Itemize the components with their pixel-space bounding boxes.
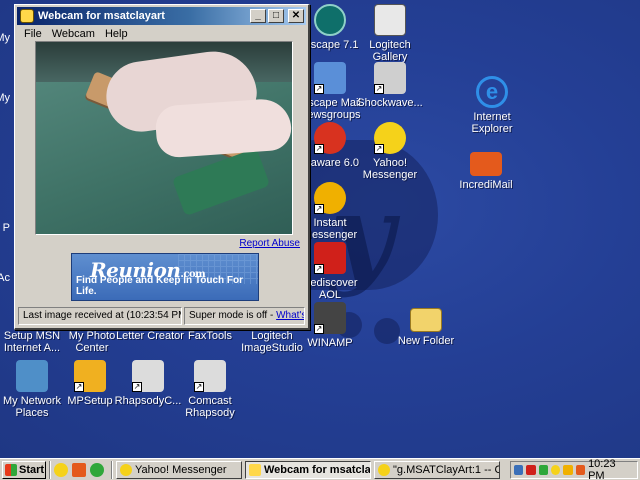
tray-yahoo-icon[interactable]: [551, 465, 561, 475]
aim-running-man-icon: ↗: [314, 182, 346, 214]
whats-this-link[interactable]: What's this?: [276, 310, 304, 321]
edge-label: P: [2, 222, 10, 234]
webcam-app-icon[interactable]: [20, 9, 34, 23]
desktop-icon-yahoo-messenger[interactable]: ↗ Yahoo! Messenger: [352, 122, 428, 181]
desktop-icon-internet-explorer[interactable]: e Internet Explorer: [454, 76, 530, 135]
task-webcam[interactable]: Webcam for msatcla...: [245, 460, 371, 479]
task-label: Yahoo! Messenger: [135, 463, 227, 476]
edge-label: My: [0, 32, 10, 44]
network-computers-icon: [16, 360, 48, 392]
report-abuse-link[interactable]: Report Abuse: [239, 238, 300, 249]
comcast-rhapsody-icon: ↗: [194, 360, 226, 392]
tray-volume-icon[interactable]: [514, 465, 524, 475]
banner-tagline: Find People and Keep In Touch For Life.: [76, 275, 244, 297]
start-label: Start: [19, 463, 45, 476]
aol-triangle-icon: ↗: [314, 242, 346, 274]
yahoo-smiley-icon: [378, 463, 390, 476]
tray-security-icon[interactable]: [526, 465, 536, 475]
close-button[interactable]: ✕: [288, 9, 304, 23]
start-button[interactable]: Start: [2, 460, 46, 479]
taskbar-separator: [49, 460, 51, 479]
quicklaunch-media-icon[interactable]: [90, 462, 104, 477]
edge-label: Ac: [0, 272, 10, 284]
netscape-icon: [314, 4, 346, 36]
envelope-icon: [470, 152, 502, 176]
windows-flag-icon: [5, 463, 17, 476]
internet-explorer-icon: e: [476, 76, 508, 108]
desktop: y My My P Ac etscape 7.1 Logitech Galler…: [0, 0, 640, 458]
book-icon: [374, 4, 406, 36]
mpsetup-box-icon: ↗: [74, 360, 106, 392]
webcam-image: [35, 41, 293, 235]
quicklaunch-mail-icon[interactable]: [72, 462, 86, 477]
taskbar: Start Yahoo! Messenger Webcam for msatcl…: [0, 458, 640, 480]
quicklaunch-yahoo-icon[interactable]: [54, 462, 68, 477]
menu-file[interactable]: File: [19, 28, 47, 40]
window-title: Webcam for msatclayart: [38, 10, 165, 22]
tray-aim-icon[interactable]: [563, 465, 573, 475]
desktop-icon-logitech-gallery[interactable]: Logitech Gallery: [352, 4, 428, 63]
desktop-icon-logitech-imagestudio[interactable]: Logitech ImageStudio: [234, 330, 310, 354]
tray-mail-icon[interactable]: [575, 465, 586, 475]
folder-icon: [410, 308, 442, 332]
super-mode-text: Super mode is off -: [189, 310, 277, 321]
rhapsody-icon: ↗: [132, 360, 164, 392]
task-yahoo-messenger[interactable]: Yahoo! Messenger: [116, 460, 242, 479]
task-chat[interactable]: "g.MSATClayArt:1 -- Chat: [374, 460, 500, 479]
task-label: "g.MSATClayArt:1 -- Chat: [393, 463, 499, 476]
webcam-window[interactable]: Webcam for msatclayart _ □ ✕ File Webcam…: [14, 4, 310, 330]
webcam-app-icon: [249, 463, 261, 476]
task-label: Webcam for msatcla...: [264, 463, 371, 476]
maximize-button[interactable]: □: [268, 9, 284, 23]
taskbar-clock[interactable]: 10:23 PM: [588, 458, 632, 480]
window-titlebar[interactable]: Webcam for msatclayart _ □ ✕: [17, 7, 306, 25]
edge-label: My: [0, 92, 10, 104]
menu-help[interactable]: Help: [100, 28, 133, 40]
desktop-icon-incredimail[interactable]: IncrediMail: [448, 146, 524, 191]
desktop-icon-comcast-rhapsody[interactable]: ↗ Comcast Rhapsody: [172, 360, 248, 419]
tray-network-icon[interactable]: [538, 465, 549, 475]
taskbar-separator: [111, 460, 113, 479]
last-image-status: Last image received at (10:23:54 PM): [18, 307, 182, 325]
reunion-banner-ad[interactable]: Reunion.com Find People and Keep In Touc…: [71, 253, 259, 301]
winamp-lightning-icon: ↗: [314, 302, 346, 334]
yahoo-smiley-icon: ↗: [374, 122, 406, 154]
super-mode-status: Super mode is off - What's this?: [184, 307, 305, 325]
mail-icon: ↗: [314, 62, 346, 94]
desktop-icon-new-folder[interactable]: New Folder: [388, 302, 464, 347]
minimize-button[interactable]: _: [250, 9, 266, 23]
yahoo-smiley-icon: [120, 463, 132, 476]
system-tray: 10:23 PM: [510, 458, 638, 480]
shockwave-icon: ↗: [374, 62, 406, 94]
desktop-icon-shockwave[interactable]: ↗ Shockwave...: [352, 62, 428, 109]
webcam-image-hand: [154, 97, 292, 159]
status-bar: Last image received at (10:23:54 PM) Sup…: [18, 307, 305, 325]
menu-webcam[interactable]: Webcam: [47, 28, 100, 40]
adaware-icon: ↗: [314, 122, 346, 154]
